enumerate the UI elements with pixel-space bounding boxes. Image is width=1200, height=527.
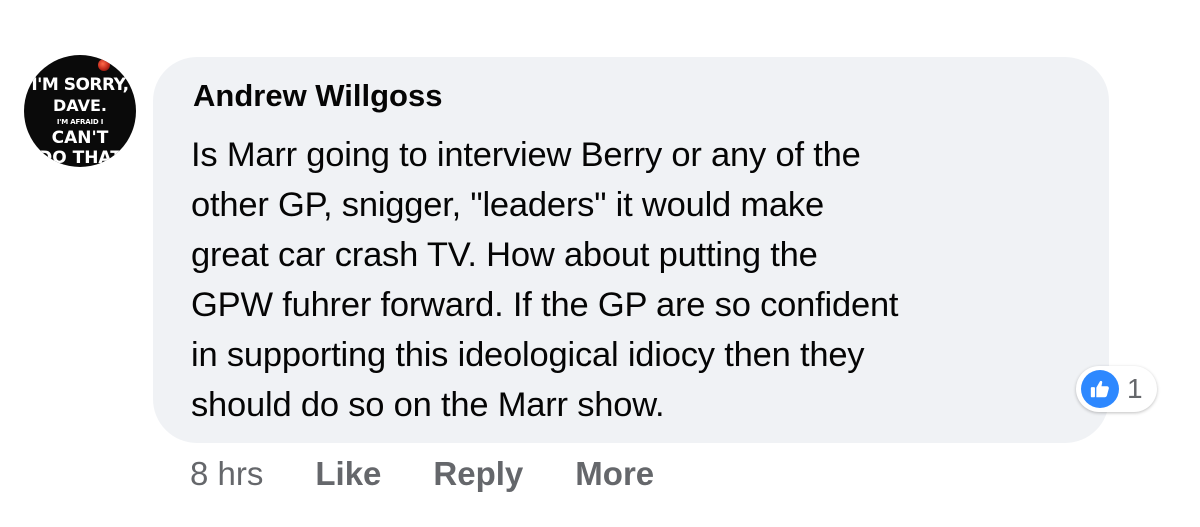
reaction-summary[interactable]: 1 bbox=[1076, 366, 1157, 412]
comment-text-line: should do so on the Marr show. bbox=[191, 386, 665, 424]
more-button[interactable]: More bbox=[575, 455, 654, 493]
avatar-text-line-4: CAN'T bbox=[51, 128, 109, 148]
avatar-text-line-3: I'M AFRAID I bbox=[56, 118, 104, 126]
comment-text: Is Marr going to interview Berry or any … bbox=[191, 130, 1091, 430]
comment-text-line: great car crash TV. How about putting th… bbox=[191, 236, 818, 274]
comment-text-line: Is Marr going to interview Berry or any … bbox=[191, 136, 861, 174]
timestamp[interactable]: 8 hrs bbox=[190, 455, 263, 493]
reply-button[interactable]: Reply bbox=[433, 455, 523, 493]
avatar-text-line-5: DO THAT bbox=[38, 148, 122, 167]
red-eye-icon bbox=[98, 59, 110, 71]
avatar-text-line-1: I'M SORRY, bbox=[31, 75, 129, 95]
thumbs-up-icon bbox=[1081, 370, 1119, 408]
comment-actions: 8 hrs Like Reply More bbox=[190, 455, 706, 493]
comment-text-line: other GP, snigger, "leaders" it would ma… bbox=[191, 186, 824, 224]
author-name[interactable]: Andrew Willgoss bbox=[193, 78, 442, 114]
avatar-text-line-2: DAVE. bbox=[53, 96, 107, 115]
comment-text-line: GPW fuhrer forward. If the GP are so con… bbox=[191, 286, 899, 324]
like-button[interactable]: Like bbox=[315, 455, 381, 493]
comment-text-line: in supporting this ideological idiocy th… bbox=[191, 336, 865, 374]
comment: I'M SORRY, DAVE. I'M AFRAID I CAN'T DO T… bbox=[0, 0, 1200, 527]
avatar[interactable]: I'M SORRY, DAVE. I'M AFRAID I CAN'T DO T… bbox=[24, 55, 136, 167]
reaction-count: 1 bbox=[1127, 373, 1143, 404]
comment-bubble: Andrew Willgoss Is Marr going to intervi… bbox=[153, 57, 1109, 443]
